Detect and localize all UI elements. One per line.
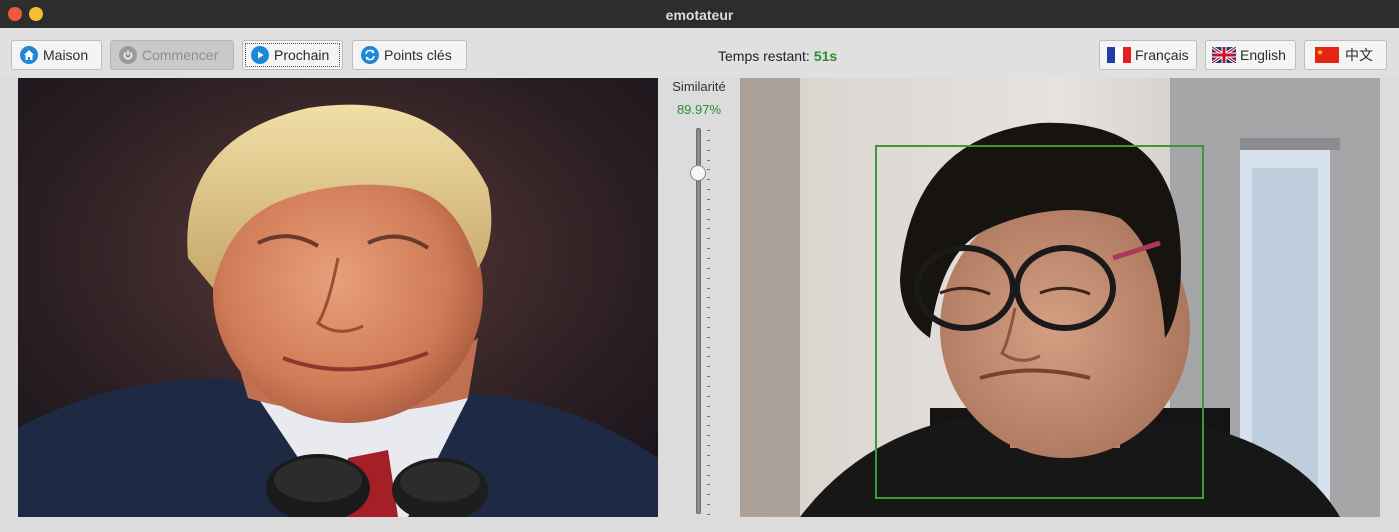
- slider-tick: [707, 287, 710, 289]
- similarity-slider-ticks: [707, 130, 711, 515]
- uk-flag-icon: [1212, 47, 1236, 63]
- lang-english-label: English: [1240, 47, 1286, 63]
- power-icon: [119, 46, 137, 64]
- window-title: emotateur: [665, 7, 734, 23]
- keypoints-button-label: Points clés: [384, 47, 452, 63]
- refresh-icon: [361, 46, 379, 64]
- slider-tick: [707, 267, 710, 269]
- china-flag-icon: [1315, 47, 1339, 63]
- home-icon: [20, 46, 38, 64]
- similarity-slider-track[interactable]: [696, 128, 701, 514]
- similarity-value: 89.97%: [676, 102, 722, 117]
- slider-tick: [707, 356, 710, 358]
- lang-chinese-button[interactable]: 中文: [1304, 40, 1387, 70]
- target-face-image: [18, 78, 658, 517]
- time-remaining-value: 51s: [813, 48, 838, 64]
- slider-tick: [707, 149, 710, 151]
- slider-tick: [707, 208, 710, 210]
- slider-tick: [707, 474, 710, 476]
- slider-tick: [707, 130, 710, 131]
- slider-tick: [707, 435, 710, 437]
- similarity-slider-handle[interactable]: [690, 164, 706, 181]
- slider-tick: [707, 346, 710, 348]
- france-flag-icon: [1107, 47, 1131, 63]
- slider-tick: [707, 317, 710, 319]
- next-button[interactable]: Prochain: [242, 40, 343, 70]
- lang-english-button[interactable]: English: [1205, 40, 1296, 70]
- slider-tick: [707, 218, 710, 220]
- lang-french-label: Français: [1135, 47, 1189, 63]
- slider-tick: [707, 454, 710, 456]
- slider-tick: [707, 386, 710, 387]
- toolbar: Maison Commencer Prochain Points clés Te…: [0, 28, 1399, 78]
- slider-tick: [707, 189, 710, 191]
- slider-tick: [707, 405, 710, 407]
- slider-tick: [707, 238, 710, 240]
- face-detection-box: [875, 145, 1204, 499]
- slider-tick: [707, 198, 710, 200]
- similarity-label: Similarité: [672, 79, 726, 94]
- slider-tick: [707, 169, 710, 171]
- time-remaining-label: Temps restant:: [718, 48, 810, 64]
- start-button[interactable]: Commencer: [110, 40, 234, 70]
- slider-tick: [707, 395, 710, 397]
- slider-tick: [707, 179, 710, 181]
- title-bar: emotateur: [0, 0, 1399, 28]
- home-button-label: Maison: [43, 47, 89, 63]
- next-button-label: Prochain: [274, 47, 330, 63]
- slider-tick: [707, 228, 710, 230]
- slider-tick: [707, 366, 710, 368]
- slider-tick: [707, 464, 710, 466]
- slider-tick: [707, 494, 710, 496]
- slider-tick: [707, 139, 710, 141]
- slider-tick: [707, 336, 710, 338]
- keypoints-button[interactable]: Points clés: [352, 40, 467, 70]
- slider-tick: [707, 376, 710, 378]
- start-button-label: Commencer: [142, 47, 219, 63]
- slider-tick: [707, 445, 710, 447]
- slider-tick: [707, 415, 710, 417]
- slider-tick: [707, 484, 710, 486]
- slider-tick: [707, 504, 710, 506]
- play-icon: [251, 46, 269, 64]
- slider-tick: [707, 307, 710, 309]
- lang-french-button[interactable]: Français: [1099, 40, 1197, 70]
- time-remaining: Temps restant: 51s: [718, 48, 837, 64]
- slider-tick: [707, 297, 710, 299]
- slider-tick: [707, 425, 710, 427]
- slider-tick: [707, 514, 710, 515]
- slider-tick: [707, 277, 710, 279]
- slider-tick: [707, 326, 710, 328]
- slider-tick: [707, 248, 710, 250]
- home-button[interactable]: Maison: [11, 40, 102, 70]
- slider-tick: [707, 258, 710, 259]
- lang-chinese-label: 中文: [1345, 47, 1373, 63]
- slider-tick: [707, 159, 710, 161]
